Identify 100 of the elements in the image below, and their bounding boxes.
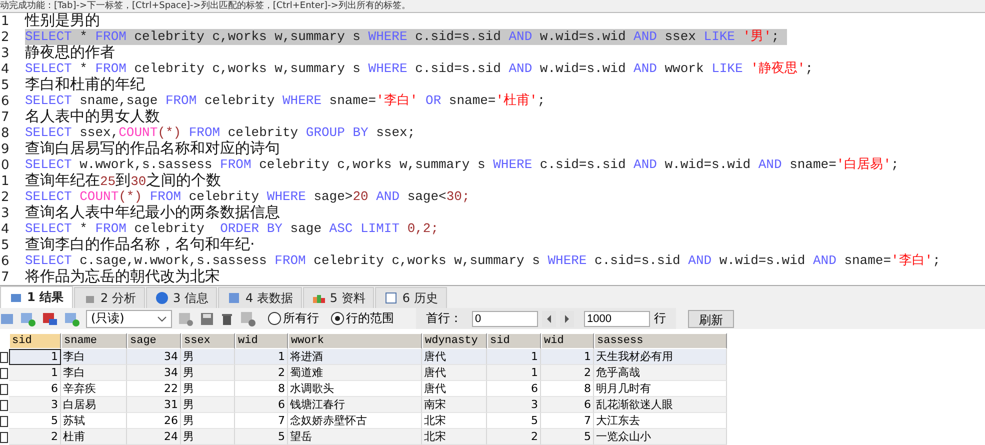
- table-cell: 白居易: [61, 397, 127, 413]
- table-cell: 2: [9, 429, 61, 445]
- code-line: SELECT w.wwork,s.sassess FROM celebrity c,works w,summary s WHERE c.sid=s.sid AND w.wid=s.wid AND sname='白居易';: [25, 157, 900, 172]
- save-icon[interactable]: [200, 312, 214, 326]
- table-cell: 辛弃疾: [61, 381, 127, 397]
- table-cell: 6: [487, 381, 541, 397]
- table-cell: 5: [235, 429, 288, 445]
- column-header[interactable]: sid: [487, 333, 541, 349]
- column-header[interactable]: wwork: [288, 333, 422, 349]
- table-cell: 26: [127, 413, 181, 429]
- code-line: SELECT * FROM celebrity c,works w,summary s WHERE c.sid=s.sid AND w.wid=s.wid AND wwork LIKE '静夜思';: [25, 61, 814, 76]
- code-line: SELECT * FROM celebrity ORDER BY sage ASC LIMIT 0,2;: [25, 221, 440, 236]
- table-cell: 将进酒: [288, 349, 422, 365]
- delete-row-icon[interactable]: [42, 310, 58, 326]
- row-marker-icon[interactable]: [0, 368, 8, 378]
- table-cell: 2: [541, 365, 594, 381]
- table-cell: 6: [541, 397, 594, 413]
- table-cell: 1: [9, 365, 61, 381]
- tab-icon: [154, 291, 169, 305]
- table-cell: 明月几时有: [594, 381, 727, 397]
- column-header[interactable]: sage: [127, 333, 181, 349]
- table-cell: 男: [181, 413, 235, 429]
- table-cell: 乱花渐欲迷人眼: [594, 397, 727, 413]
- code-line: SELECT sname,sage FROM celebrity WHERE sname='李白' OR sname='杜甫';: [25, 93, 546, 108]
- code-line: 查询李白的作品名称，名句和年纪·: [25, 236, 256, 254]
- code-line: 查询年纪在25到30之间的个数: [25, 172, 222, 190]
- line-number: 1: [0, 14, 10, 28]
- column-header[interactable]: wid: [235, 333, 288, 349]
- line-number: 4: [0, 62, 10, 76]
- row-marker-icon[interactable]: [0, 384, 8, 394]
- line-number: 6: [0, 94, 10, 108]
- row-marker-icon[interactable]: [0, 400, 8, 410]
- line-number: 6: [0, 254, 10, 268]
- row-marker-icon[interactable]: [0, 432, 8, 442]
- table-cell: 望岳: [288, 429, 422, 445]
- table-cell: 1: [487, 365, 541, 381]
- row-marker-icon[interactable]: [0, 352, 8, 362]
- table-cell: 22: [127, 381, 181, 397]
- column-header[interactable]: wid: [541, 333, 594, 349]
- code-line: 名人表中的男女人数: [25, 108, 161, 126]
- table-cell: 李白: [61, 365, 127, 381]
- code-line: 李白和杜甫的年纪: [25, 76, 146, 94]
- table-cell: 3: [487, 397, 541, 413]
- table-cell: 2: [487, 429, 541, 445]
- range-radio[interactable]: 所有行: [268, 310, 319, 327]
- column-header[interactable]: sassess: [594, 333, 727, 349]
- column-header[interactable]: sid: [9, 333, 61, 349]
- table-cell: 杜甫: [61, 429, 127, 445]
- table-cell: 24: [127, 429, 181, 445]
- line-number: 9: [0, 142, 10, 156]
- line-number: 0: [0, 158, 10, 172]
- table-cell: 2: [235, 365, 288, 381]
- table-cell: 1: [487, 349, 541, 365]
- table-cell: 31: [127, 397, 181, 413]
- add-row-icon[interactable]: [20, 310, 36, 326]
- table-cell: 男: [181, 365, 235, 381]
- table-cell: 男: [181, 397, 235, 413]
- result-tab[interactable]: 1 结果: [0, 286, 73, 308]
- caret-icon: [157, 316, 167, 322]
- column-header[interactable]: wdynasty: [422, 333, 487, 349]
- table-cell: 8: [541, 381, 594, 397]
- result-tab[interactable]: 6 历史: [375, 287, 447, 308]
- line-number: 2: [0, 30, 10, 44]
- row-count-field[interactable]: 1000: [584, 310, 650, 326]
- table-cell: 北宋: [422, 413, 487, 429]
- table-cell: 1: [541, 349, 594, 365]
- table-cell: 5: [9, 413, 61, 429]
- result-tab[interactable]: 4 表数据: [218, 287, 302, 308]
- table-cell: 唐代: [422, 365, 487, 381]
- refresh-button[interactable]: 刷新: [688, 310, 734, 328]
- table-cell: 6: [9, 381, 61, 397]
- line-number: 5: [0, 238, 10, 252]
- table-cell: 李白: [61, 349, 127, 365]
- code-line: SELECT COUNT(*) FROM celebrity WHERE sage>20 AND sage<30;: [25, 189, 471, 204]
- first-row-field[interactable]: 0: [472, 310, 538, 326]
- result-tab[interactable]: 5 资料: [302, 287, 374, 308]
- result-tab[interactable]: 2 分析: [74, 287, 145, 308]
- table-cell: 3: [9, 397, 61, 413]
- line-number: 7: [0, 270, 10, 284]
- table-cell: 34: [127, 365, 181, 381]
- trash-icon[interactable]: [220, 312, 234, 326]
- tab-icon: [384, 291, 398, 305]
- mode-dropdown[interactable]: (只读): [86, 310, 172, 328]
- line-number: 2: [0, 190, 10, 204]
- result-tab[interactable]: 3 信息: [146, 287, 218, 308]
- range-radio[interactable]: 行的范围: [331, 310, 394, 327]
- table-cell: 1: [9, 349, 61, 365]
- code-line: SELECT c.sage,w.wwork,s.sassess FROM celebrity c,works w,summary s WHERE c.sid=s.sid AND w.wid=s.wid AND sname='李白';: [25, 253, 942, 268]
- line-number: 4: [0, 222, 10, 236]
- table-cell: 1: [235, 349, 288, 365]
- code-line: 性别是男的: [25, 12, 101, 30]
- line-number: 3: [0, 206, 10, 220]
- row-marker-icon[interactable]: [0, 416, 8, 426]
- line-number: 3: [0, 46, 10, 60]
- column-header[interactable]: sname: [61, 333, 127, 349]
- column-header[interactable]: ssex: [181, 333, 235, 349]
- table-cell: 北宋: [422, 429, 487, 445]
- tab-icon: [227, 291, 242, 305]
- table-cell: 危乎高哉: [594, 365, 727, 381]
- table-cell: 男: [181, 349, 235, 365]
